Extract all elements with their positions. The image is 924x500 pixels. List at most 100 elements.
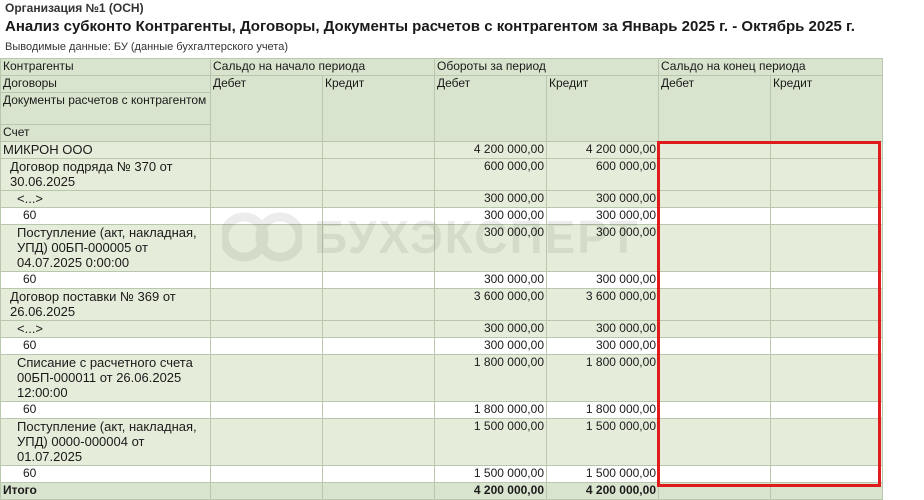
total-saldo-start-debet: [210, 482, 323, 500]
saldo-start-kredit: [322, 141, 435, 159]
total-row: Итого 4 200 000,00 4 200 000,00: [0, 482, 883, 500]
saldo-start-debet: [210, 141, 323, 159]
header-dokumenty: Документы расчетов с контрагентом: [0, 92, 211, 125]
total-oboroty-debet: 4 200 000,00: [434, 482, 547, 500]
table-row[interactable]: 60 300 000,00 300 000,00: [0, 337, 883, 355]
saldo-start-debet: [210, 337, 323, 355]
table-row[interactable]: Договор поставки № 369 от 26.06.2025 3 60…: [0, 288, 883, 321]
table-row[interactable]: <...> 300 000,00 300 000,00: [0, 190, 883, 208]
oboroty-debet: 300 000,00: [434, 207, 547, 225]
oboroty-kredit: 1 500 000,00: [546, 465, 659, 483]
header-saldo-start-debet: Дебет: [210, 75, 323, 142]
header-saldo-end: Сальдо на конец периода: [658, 58, 883, 76]
header-saldo-end-kredit: Кредит: [770, 75, 883, 142]
oboroty-kredit: 4 200 000,00: [546, 141, 659, 159]
row-name: <...>: [0, 320, 211, 338]
oboroty-debet: 4 200 000,00: [434, 141, 547, 159]
table-row[interactable]: Договор подряда № 370 от 30.06.2025 600 0…: [0, 158, 883, 191]
saldo-start-debet: [210, 271, 323, 289]
table-row[interactable]: 60 300 000,00 300 000,00: [0, 271, 883, 289]
table-row[interactable]: Списание с расчетного счета 00БП-000011 …: [0, 354, 883, 402]
saldo-end-kredit: [770, 354, 883, 402]
header-kontragenty: Контрагенты: [0, 58, 211, 76]
row-name: 60: [0, 207, 211, 225]
saldo-start-kredit: [322, 158, 435, 191]
table-row[interactable]: <...> 300 000,00 300 000,00: [0, 320, 883, 338]
saldo-start-kredit: [322, 418, 435, 466]
oboroty-debet: 600 000,00: [434, 158, 547, 191]
saldo-start-kredit: [322, 207, 435, 225]
oboroty-debet: 1 800 000,00: [434, 354, 547, 402]
table-row[interactable]: 60 300 000,00 300 000,00: [0, 207, 883, 225]
oboroty-debet: 300 000,00: [434, 190, 547, 208]
report-sheet: Контрагенты Сальдо на начало периода Обо…: [0, 58, 883, 500]
saldo-end-kredit: [770, 158, 883, 191]
table-row[interactable]: МИКРОН ООО 4 200 000,00 4 200 000,00: [0, 141, 883, 159]
row-name: Списание с расчетного счета 00БП-000011 …: [0, 354, 211, 402]
oboroty-kredit: 600 000,00: [546, 158, 659, 191]
table-row[interactable]: 60 1 500 000,00 1 500 000,00: [0, 465, 883, 483]
oboroty-debet: 300 000,00: [434, 337, 547, 355]
header-oboroty: Обороты за период: [434, 58, 659, 76]
total-saldo-start-kredit: [322, 482, 435, 500]
row-name: МИКРОН ООО: [0, 141, 211, 159]
saldo-end-debet: [658, 158, 771, 191]
saldo-end-debet: [658, 190, 771, 208]
oboroty-debet: 3 600 000,00: [434, 288, 547, 321]
oboroty-kredit: 300 000,00: [546, 207, 659, 225]
total-saldo-end-debet: [658, 482, 771, 500]
saldo-end-kredit: [770, 271, 883, 289]
table-row[interactable]: Поступление (акт, накладная, УПД) 0000-0…: [0, 418, 883, 466]
saldo-start-kredit: [322, 354, 435, 402]
saldo-end-kredit: [770, 465, 883, 483]
saldo-end-kredit: [770, 337, 883, 355]
table-row[interactable]: Поступление (акт, накладная, УПД) 00БП-0…: [0, 224, 883, 272]
saldo-start-kredit: [322, 224, 435, 272]
saldo-end-debet: [658, 401, 771, 419]
saldo-end-debet: [658, 288, 771, 321]
saldo-end-kredit: [770, 401, 883, 419]
header-saldo-start-kredit: Кредит: [322, 75, 435, 142]
row-name: Договор поставки № 369 от 26.06.2025: [0, 288, 211, 321]
organization-label: Организация №1 (ОСН): [5, 1, 144, 15]
saldo-end-debet: [658, 465, 771, 483]
saldo-end-debet: [658, 354, 771, 402]
saldo-start-debet: [210, 207, 323, 225]
oboroty-debet: 300 000,00: [434, 271, 547, 289]
saldo-end-debet: [658, 207, 771, 225]
row-name: 60: [0, 465, 211, 483]
saldo-start-debet: [210, 224, 323, 272]
row-name: 60: [0, 337, 211, 355]
header-dogovory: Договоры: [0, 75, 211, 93]
header-saldo-start: Сальдо на начало периода: [210, 58, 435, 76]
saldo-start-kredit: [322, 271, 435, 289]
saldo-start-debet: [210, 465, 323, 483]
oboroty-debet: 1 500 000,00: [434, 418, 547, 466]
saldo-start-kredit: [322, 465, 435, 483]
output-data-label: Выводимые данные: БУ (данные бухгалтерск…: [5, 41, 288, 53]
saldo-start-debet: [210, 401, 323, 419]
oboroty-debet: 1 800 000,00: [434, 401, 547, 419]
row-name: Договор подряда № 370 от 30.06.2025: [0, 158, 211, 191]
total-oboroty-kredit: 4 200 000,00: [546, 482, 659, 500]
header-oboroty-kredit: Кредит: [546, 75, 659, 142]
saldo-end-debet: [658, 141, 771, 159]
total-saldo-end-kredit: [770, 482, 883, 500]
row-name: Поступление (акт, накладная, УПД) 0000-0…: [0, 418, 211, 466]
saldo-start-kredit: [322, 337, 435, 355]
table-row[interactable]: 60 1 800 000,00 1 800 000,00: [0, 401, 883, 419]
saldo-end-kredit: [770, 141, 883, 159]
saldo-start-debet: [210, 320, 323, 338]
saldo-end-kredit: [770, 418, 883, 466]
saldo-start-kredit: [322, 401, 435, 419]
oboroty-kredit: 300 000,00: [546, 224, 659, 272]
saldo-start-kredit: [322, 190, 435, 208]
oboroty-kredit: 3 600 000,00: [546, 288, 659, 321]
saldo-end-kredit: [770, 320, 883, 338]
header-saldo-end-debet: Дебет: [658, 75, 771, 142]
oboroty-kredit: 1 500 000,00: [546, 418, 659, 466]
saldo-start-debet: [210, 354, 323, 402]
report-table: Контрагенты Сальдо на начало периода Обо…: [0, 58, 883, 500]
oboroty-kredit: 300 000,00: [546, 320, 659, 338]
saldo-end-kredit: [770, 190, 883, 208]
